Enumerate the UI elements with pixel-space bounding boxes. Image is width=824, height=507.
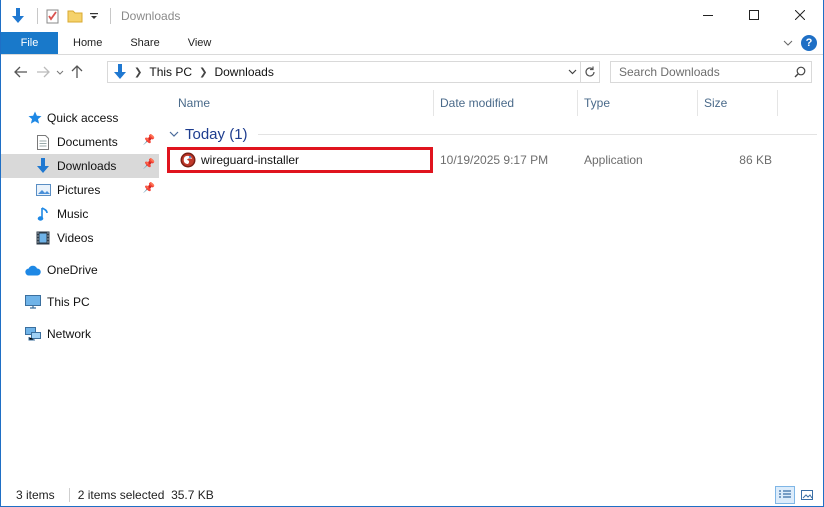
nav-item-onedrive[interactable]: OneDrive (1, 258, 159, 282)
nav-item-network[interactable]: Network (1, 322, 159, 346)
group-header-today[interactable]: Today (1) (169, 124, 817, 144)
column-header-type[interactable]: Type (584, 90, 684, 116)
quick-access-toolbar: Downloads (1, 0, 180, 32)
file-row[interactable]: wireguard-installer 10/19/2025 9:17 PM A… (167, 147, 817, 173)
minimize-button[interactable] (685, 0, 731, 30)
recent-locations-chevron-icon[interactable] (54, 61, 66, 83)
refresh-button[interactable] (581, 61, 600, 83)
network-icon (25, 326, 41, 342)
tab-file[interactable]: File (1, 32, 58, 54)
nav-item-label: Music (57, 207, 89, 221)
file-name-cell[interactable]: wireguard-installer (167, 147, 433, 173)
monitor-icon (25, 294, 41, 310)
search-box[interactable] (610, 61, 812, 83)
pictures-icon (35, 182, 51, 198)
pin-icon[interactable]: 📌 (143, 159, 155, 170)
column-divider[interactable] (697, 90, 698, 116)
back-button[interactable] (10, 61, 32, 83)
download-arrow-icon (9, 7, 27, 25)
search-input[interactable] (619, 65, 789, 79)
column-divider[interactable] (433, 90, 434, 116)
status-divider (68, 488, 70, 502)
nav-item-this-pc[interactable]: This PC (1, 290, 159, 314)
breadcrumb-downloads[interactable]: Downloads (214, 65, 273, 79)
nav-item-label: Quick access (47, 111, 119, 125)
music-note-icon (35, 206, 51, 222)
wireguard-app-icon (180, 152, 196, 168)
details-view-icon[interactable] (775, 486, 795, 504)
toolbar-divider (37, 8, 38, 24)
close-button[interactable] (777, 0, 823, 30)
download-arrow-icon (113, 64, 127, 80)
properties-icon[interactable] (44, 7, 62, 25)
collapse-chevron-icon[interactable] (169, 128, 179, 140)
navigation-bar: ❯ This PC ❯ Downloads (1, 58, 823, 86)
file-date-cell: 10/19/2025 9:17 PM (440, 153, 549, 167)
column-header-size[interactable]: Size (704, 90, 764, 116)
maximize-button[interactable] (731, 0, 777, 30)
tab-share[interactable]: Share (116, 32, 173, 54)
column-divider[interactable] (777, 90, 778, 116)
nav-item-downloads[interactable]: Downloads 📌 (1, 154, 159, 178)
search-icon[interactable] (794, 66, 806, 78)
nav-item-label: OneDrive (47, 263, 98, 277)
address-dropdown-icon[interactable] (564, 69, 580, 75)
ribbon-tabs: File Home Share View ? (1, 32, 823, 55)
group-label: Today (1) (185, 125, 248, 143)
large-icons-view-icon[interactable] (797, 486, 817, 504)
address-bar[interactable]: ❯ This PC ❯ Downloads (107, 61, 581, 83)
view-switcher (773, 486, 817, 504)
documents-icon (35, 134, 51, 150)
group-divider (257, 133, 817, 135)
file-name: wireguard-installer (201, 153, 300, 167)
nav-item-music[interactable]: Music (1, 202, 159, 226)
up-button[interactable] (66, 61, 88, 83)
toolbar-divider (110, 8, 111, 24)
new-folder-icon[interactable] (66, 7, 84, 25)
expand-ribbon-chevron-icon[interactable] (783, 40, 793, 46)
film-icon (35, 230, 51, 246)
column-divider[interactable] (577, 90, 578, 116)
column-header-name[interactable]: Name (178, 90, 428, 116)
nav-item-label: This PC (47, 295, 90, 309)
nav-item-label: Downloads (57, 159, 117, 173)
breadcrumb-chevron-icon[interactable]: ❯ (199, 67, 207, 78)
pin-icon[interactable]: 📌 (143, 135, 155, 146)
forward-button[interactable] (32, 61, 54, 83)
column-header-date-modified[interactable]: Date modified (440, 90, 570, 116)
pin-icon[interactable]: 📌 (143, 183, 155, 194)
nav-item-quick-access[interactable]: Quick access (1, 106, 159, 130)
nav-item-pictures[interactable]: Pictures 📌 (1, 178, 159, 202)
cloud-icon (25, 262, 41, 278)
nav-item-label: Documents (57, 135, 118, 149)
navigation-pane: Quick access Documents 📌 Downloads 📌 Pic… (1, 96, 159, 476)
tab-home[interactable]: Home (58, 32, 116, 54)
title-bar: Downloads (1, 0, 823, 32)
tab-view[interactable]: View (174, 32, 226, 54)
customize-toolbar-chevron-icon[interactable] (88, 7, 100, 25)
window-controls (685, 0, 823, 30)
nav-item-documents[interactable]: Documents 📌 (1, 130, 159, 154)
breadcrumb-chevron-icon[interactable]: ❯ (134, 67, 142, 78)
window-title: Downloads (121, 9, 181, 23)
explorer-window: Downloads File Home Share View ? ❯ This … (0, 0, 824, 507)
status-item-count: 3 items (16, 488, 55, 502)
file-size-cell: 86 KB (739, 153, 772, 167)
breadcrumb-this-pc[interactable]: This PC (149, 65, 192, 79)
nav-item-label: Network (47, 327, 92, 341)
file-type-cell: Application (584, 153, 643, 167)
nav-item-label: Pictures (57, 183, 101, 197)
download-arrow-icon (35, 158, 51, 174)
ribbon-right-controls: ? (783, 32, 823, 54)
star-icon (27, 110, 43, 126)
status-selection: 2 items selected 35.7 KB (77, 488, 214, 502)
nav-item-label: Videos (57, 231, 94, 245)
nav-item-videos[interactable]: Videos (1, 226, 159, 250)
help-button[interactable]: ? (801, 35, 817, 51)
status-bar: 3 items 2 items selected 35.7 KB (1, 484, 823, 506)
